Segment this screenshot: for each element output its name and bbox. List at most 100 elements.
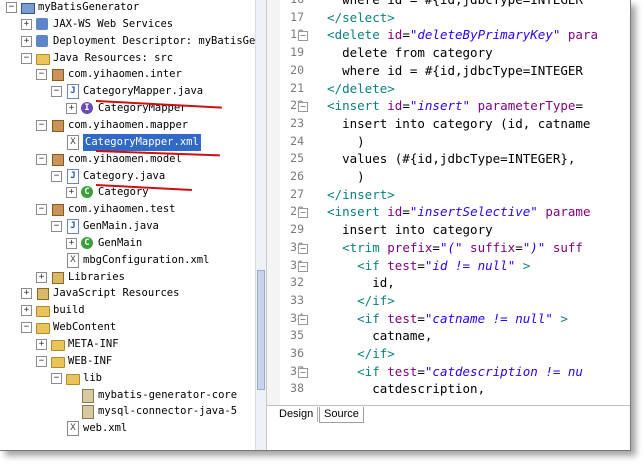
expand-toggle-icon[interactable]: + bbox=[21, 305, 32, 316]
collapse-toggle-icon[interactable]: − bbox=[51, 221, 62, 232]
code-token: <delete bbox=[312, 27, 388, 42]
tree-item-label: GenMain bbox=[98, 237, 143, 249]
collapse-toggle-icon[interactable]: − bbox=[36, 356, 47, 367]
tree-item[interactable]: + Deployment Descriptor: myBatisGe bbox=[0, 33, 256, 50]
fold-toggle-icon[interactable]: − bbox=[298, 102, 308, 112]
tree-item-label: Java Resources: src bbox=[53, 52, 174, 64]
line-number: 26 bbox=[290, 169, 304, 183]
code-token: ) bbox=[312, 134, 365, 149]
expand-toggle-icon[interactable]: + bbox=[66, 187, 77, 198]
collapse-toggle-icon[interactable]: − bbox=[21, 53, 32, 64]
tree-item-label: myBatisGenerator bbox=[38, 1, 140, 13]
fold-toggle-icon[interactable]: − bbox=[298, 315, 308, 325]
code-token: para bbox=[560, 27, 599, 42]
tree-item[interactable]: mybatis-generator-core bbox=[0, 387, 256, 404]
cls-icon bbox=[80, 185, 94, 199]
code-line: <if test="id != null" > bbox=[312, 258, 530, 273]
expand-toggle-icon[interactable]: + bbox=[36, 339, 47, 350]
tree-item[interactable]: mbgConfiguration.xml bbox=[0, 252, 256, 269]
code-token: </delete> bbox=[312, 81, 395, 96]
fold-toggle-icon[interactable]: − bbox=[298, 368, 308, 378]
code-token: <if bbox=[312, 258, 388, 273]
collapse-toggle-icon[interactable]: − bbox=[6, 2, 17, 13]
collapse-toggle-icon[interactable]: − bbox=[36, 120, 47, 131]
tree-item[interactable]: − CategoryMapper.java bbox=[0, 83, 256, 100]
tree-item[interactable]: + JavaScript Resources bbox=[0, 285, 256, 302]
tab-design[interactable]: Design bbox=[275, 407, 319, 422]
collapse-toggle-icon[interactable]: − bbox=[51, 373, 62, 384]
tree-item[interactable]: + JAX-WS Web Services bbox=[0, 16, 256, 33]
code-token: <if bbox=[312, 364, 388, 379]
ws-icon bbox=[35, 17, 49, 31]
fold-toggle-icon[interactable]: − bbox=[298, 208, 308, 218]
tree-item[interactable]: − WEB-INF bbox=[0, 353, 256, 370]
code-token: catname, bbox=[312, 328, 433, 343]
tree-item[interactable]: CategoryMapper.xml bbox=[0, 134, 256, 151]
lib-icon bbox=[35, 286, 49, 300]
code-line: <delete id="deleteByPrimaryKey" para bbox=[312, 27, 598, 42]
tree-item-label: Libraries bbox=[68, 271, 125, 283]
line-number: 20 bbox=[290, 63, 304, 77]
xmlfile-icon bbox=[65, 253, 79, 268]
code-line: <if test="catname != null" > bbox=[312, 311, 568, 326]
tree-item[interactable]: − Category.java bbox=[0, 168, 256, 185]
code-line: where id = #{id,jdbcType=INTEGER bbox=[312, 0, 583, 7]
expand-toggle-icon[interactable]: + bbox=[21, 288, 32, 299]
tree-item[interactable]: − lib bbox=[0, 370, 256, 387]
line-number: 35 bbox=[290, 328, 304, 342]
tree-item[interactable]: + GenMain bbox=[0, 235, 256, 252]
collapse-toggle-icon[interactable]: − bbox=[36, 154, 47, 165]
tree-item[interactable]: web.xml bbox=[0, 420, 256, 437]
tree-item[interactable]: + Libraries bbox=[0, 269, 256, 286]
tree-item[interactable]: − com.yihaomen.inter bbox=[0, 66, 256, 83]
tree-item[interactable]: mysql-connector-java-5 bbox=[0, 403, 256, 420]
line-number: 23 bbox=[290, 116, 304, 130]
iface-icon bbox=[80, 101, 94, 115]
xmlfile-icon bbox=[65, 421, 79, 436]
collapse-toggle-icon[interactable]: − bbox=[21, 322, 32, 333]
tree-item[interactable]: − com.yihaomen.test bbox=[0, 201, 256, 218]
code-line: <trim prefix="(" suffix=")" suff bbox=[312, 240, 583, 255]
xml-source-editor[interactable]: where id = #{id,jdbcType=INTEGER </selec… bbox=[308, 0, 630, 405]
code-token: id bbox=[387, 27, 403, 42]
code-token: insert into category (id, catname bbox=[312, 116, 591, 131]
fold-toggle-icon[interactable]: − bbox=[298, 244, 308, 254]
expand-toggle-icon[interactable]: + bbox=[66, 238, 77, 249]
code-token: test bbox=[387, 364, 418, 379]
expand-toggle-icon[interactable]: + bbox=[66, 103, 77, 114]
collapse-toggle-icon[interactable]: − bbox=[51, 171, 62, 182]
tab-source[interactable]: Source bbox=[319, 407, 364, 423]
collapse-toggle-icon[interactable]: − bbox=[36, 69, 47, 80]
code-token: delete from category bbox=[312, 45, 493, 60]
expand-toggle-icon[interactable]: + bbox=[36, 272, 47, 283]
code-token: test bbox=[387, 311, 418, 326]
tree-item[interactable]: + META-INF bbox=[0, 336, 256, 353]
tree-item-label: com.yihaomen.test bbox=[68, 203, 176, 215]
tree-item[interactable]: + build bbox=[0, 302, 256, 319]
fold-toggle-icon[interactable]: − bbox=[298, 262, 308, 272]
tree-scrollbar[interactable] bbox=[255, 0, 266, 450]
package-icon bbox=[50, 67, 64, 81]
tree-item[interactable]: − com.yihaomen.mapper bbox=[0, 117, 256, 134]
folder-icon bbox=[35, 51, 50, 65]
code-line: catdescription, bbox=[312, 381, 485, 396]
tree-scrollbar-thumb[interactable] bbox=[257, 270, 265, 390]
expand-toggle-icon[interactable]: + bbox=[21, 36, 32, 47]
tree-item[interactable]: − myBatisGenerator bbox=[0, 0, 256, 16]
line-number: 24 bbox=[290, 134, 304, 148]
code-token: id, bbox=[312, 275, 395, 290]
line-number: 21 bbox=[290, 81, 304, 95]
fold-toggle-icon[interactable]: − bbox=[298, 31, 308, 41]
code-token: = bbox=[417, 364, 425, 379]
collapse-toggle-icon[interactable]: − bbox=[36, 204, 47, 215]
collapse-toggle-icon[interactable]: − bbox=[51, 86, 62, 97]
tree-item[interactable]: − GenMain.java bbox=[0, 218, 256, 235]
tree-item[interactable]: − WebContent bbox=[0, 319, 256, 336]
code-token: = bbox=[432, 240, 440, 255]
code-token: "deleteByPrimaryKey" bbox=[409, 27, 561, 42]
code-token: "id != null" bbox=[424, 258, 516, 273]
tree-item[interactable]: − Java Resources: src bbox=[0, 50, 256, 67]
tree-item-label: mysql-connector-java-5 bbox=[98, 405, 238, 417]
code-token: "catdescription != nu bbox=[424, 364, 583, 379]
expand-toggle-icon[interactable]: + bbox=[21, 19, 32, 30]
